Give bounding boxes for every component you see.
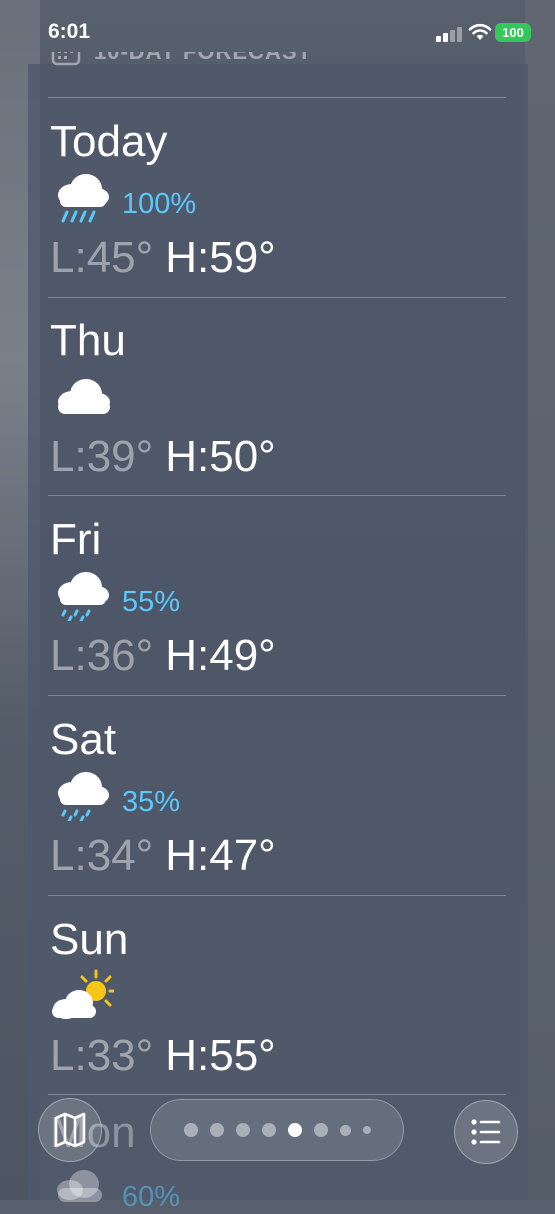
calendar-icon — [51, 52, 81, 66]
page-dot[interactable] — [313, 1123, 328, 1137]
high-temp: H:55° — [165, 1031, 276, 1080]
forecast-row-today[interactable]: Today 100% L:45° H:59° — [50, 99, 510, 297]
status-time: 6:01 — [48, 20, 91, 43]
forecast-row-fri[interactable]: Fri 55% L:36° H:49° — [50, 497, 510, 695]
row-divider — [48, 97, 506, 98]
forecast-header-title: 10-DAY FORECAST — [94, 52, 312, 65]
cloud-icon — [58, 379, 110, 414]
page-dot[interactable] — [209, 1123, 224, 1137]
day-label: Sun — [50, 915, 129, 964]
temperature-range: L:39° H:50° — [50, 432, 276, 482]
low-temp: L:36° — [50, 631, 154, 680]
page-dot[interactable] — [183, 1123, 198, 1137]
page-dot[interactable] — [235, 1123, 250, 1137]
page-dot[interactable] — [362, 1126, 371, 1134]
cellular-signal-icon — [436, 26, 462, 42]
temperature-range: L:45° H:59° — [50, 233, 276, 283]
low-temp: L:39° — [50, 432, 154, 481]
wifi-icon — [468, 23, 492, 40]
temperature-range: L:34° H:47° — [50, 831, 276, 881]
page-dot-active[interactable] — [287, 1123, 302, 1137]
page-indicator[interactable] — [150, 1099, 404, 1161]
list-icon — [471, 1119, 501, 1145]
forecast-row-sun[interactable]: Sun L:33° H:55° — [50, 897, 510, 1095]
partly-sunny-icon — [52, 969, 114, 1019]
low-temp: L:34° — [50, 831, 154, 880]
temperature-range: L:33° H:55° — [50, 1031, 276, 1081]
row-divider — [48, 695, 506, 696]
day-label: Thu — [50, 316, 126, 365]
row-divider — [48, 495, 506, 496]
high-temp: H:59° — [165, 233, 276, 282]
temperature-range: L:36° H:49° — [50, 631, 276, 681]
forecast-row-thu[interactable]: Thu L:39° H:50° — [50, 298, 510, 496]
precip-chance: 100% — [122, 188, 197, 220]
cloud-heavy-rain-icon — [58, 174, 109, 223]
high-temp: H:50° — [165, 432, 276, 481]
forecast-row-sat[interactable]: Sat 35% L:34° H:47° — [50, 697, 510, 895]
map-icon — [54, 1112, 86, 1148]
high-temp: H:49° — [165, 631, 276, 680]
bottom-toolbar — [0, 1090, 555, 1200]
high-temp: H:47° — [165, 831, 276, 880]
city-list-button[interactable] — [454, 1100, 518, 1164]
low-temp: L:45° — [50, 233, 154, 282]
cloud-rain-icon — [58, 572, 109, 621]
day-label: Fri — [50, 515, 102, 564]
forecast-header: 10-DAY FORECAST — [50, 52, 530, 80]
day-label: Sat — [50, 715, 117, 764]
battery-indicator: 100 — [495, 23, 531, 42]
cloud-rain-icon — [58, 772, 109, 821]
row-divider — [48, 895, 506, 896]
precip-chance: 55% — [122, 586, 181, 618]
map-button[interactable] — [38, 1098, 102, 1162]
background-right — [525, 0, 555, 1200]
precip-chance: 35% — [122, 786, 181, 818]
day-label: Today — [50, 117, 168, 166]
low-temp: L:33° — [50, 1031, 154, 1080]
page-dot[interactable] — [339, 1124, 351, 1136]
page-dot[interactable] — [261, 1123, 276, 1137]
